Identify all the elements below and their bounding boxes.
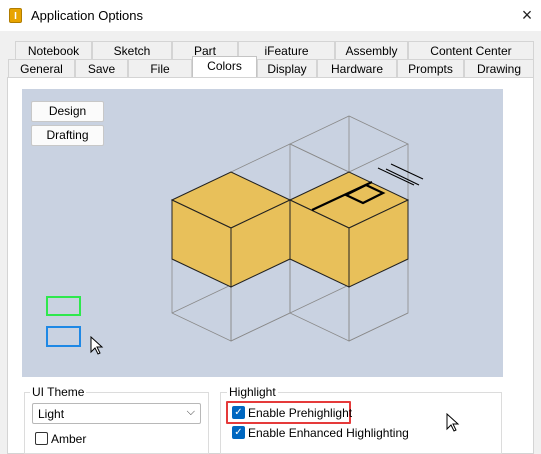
design-button[interactable]: Design	[31, 101, 104, 122]
tab-prompts[interactable]: Prompts	[397, 59, 464, 77]
tab-file[interactable]: File	[128, 59, 192, 77]
highlight-color-swatch[interactable]	[46, 326, 81, 347]
tab-assembly[interactable]: Assembly	[335, 41, 408, 59]
prehighlight-label: Enable Prehighlight	[248, 406, 353, 420]
tab-drawing[interactable]: Drawing	[464, 59, 534, 77]
title-bar: I Application Options ×	[0, 0, 541, 31]
chevron-down-icon: ⌵	[186, 406, 195, 418]
prehighlight-color-swatch[interactable]	[46, 296, 81, 316]
tab-notebook[interactable]: Notebook	[15, 41, 92, 59]
ui-theme-label: UI Theme	[30, 385, 87, 399]
close-icon[interactable]: ×	[514, 2, 540, 28]
app-logo-icon: I	[9, 8, 22, 23]
enhanced-highlighting-checkbox[interactable]: ✓	[232, 426, 245, 439]
tab-display[interactable]: Display	[257, 59, 317, 77]
tab-save[interactable]: Save	[75, 59, 128, 77]
tab-sketch[interactable]: Sketch	[92, 41, 172, 59]
prehighlight-checkbox[interactable]: ✓	[232, 406, 245, 419]
tab-colors[interactable]: Colors	[192, 56, 257, 77]
ui-theme-select[interactable]: Light ⌵	[32, 403, 201, 424]
ui-theme-value: Light	[38, 407, 65, 421]
window-title: Application Options	[31, 8, 144, 23]
tab-content-center[interactable]: Content Center	[408, 41, 534, 59]
drafting-button[interactable]: Drafting	[31, 125, 104, 146]
highlight-label: Highlight	[227, 385, 278, 399]
mouse-pointer-icon	[446, 413, 460, 432]
tab-hardware[interactable]: Hardware	[317, 59, 397, 77]
color-scheme-preview: Design Drafting	[22, 89, 503, 377]
mouse-pointer-icon	[90, 336, 104, 355]
amber-label: Amber	[51, 432, 87, 446]
amber-checkbox[interactable]	[35, 432, 48, 445]
enhanced-highlighting-label: Enable Enhanced Highlighting	[248, 426, 409, 440]
tab-general[interactable]: General	[8, 59, 75, 77]
